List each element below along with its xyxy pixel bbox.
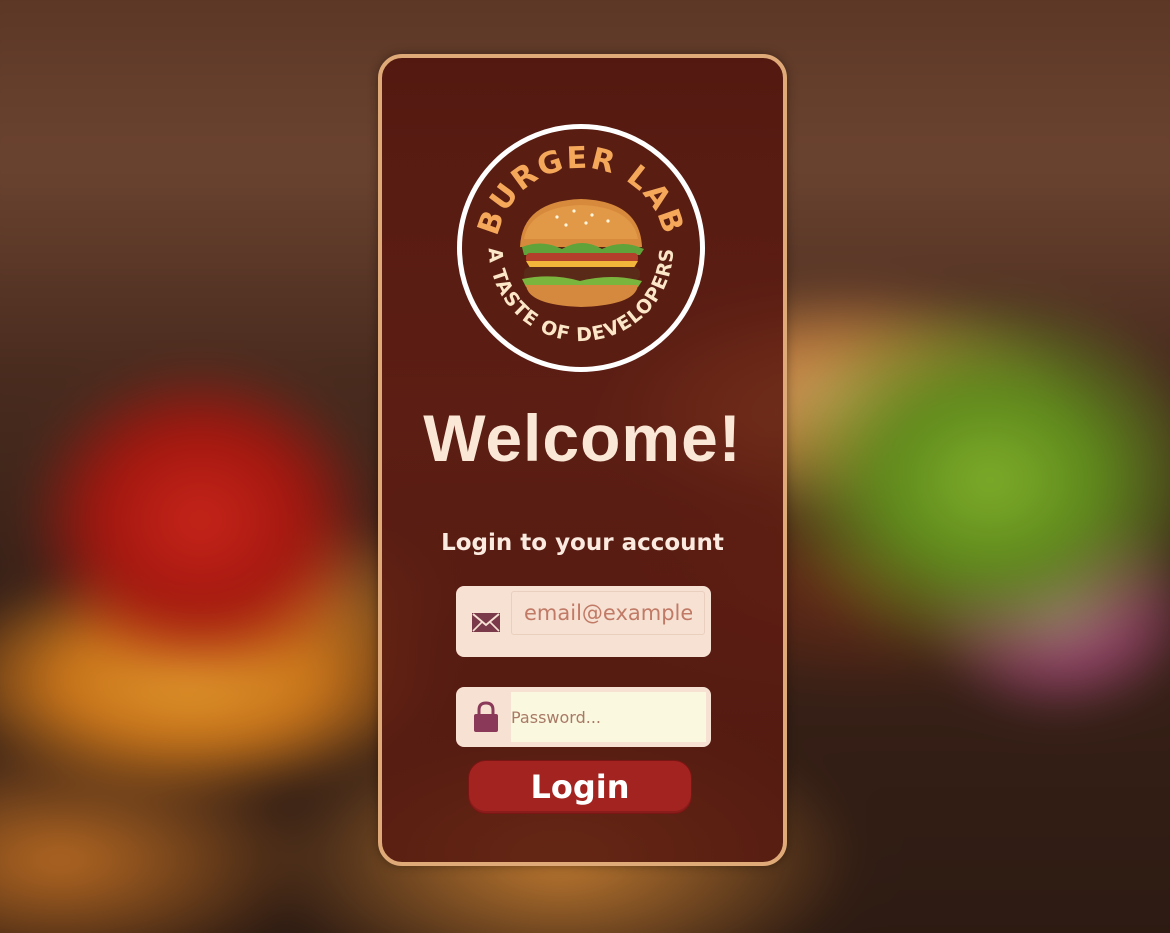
envelope-icon <box>472 613 500 632</box>
welcome-heading: Welcome! <box>423 401 742 475</box>
login-card: BURGER LAB A TASTE OF DEVELOPERS Welcome… <box>378 54 787 866</box>
burger-lab-logo: BURGER LAB A TASTE OF DEVELOPERS <box>457 124 705 372</box>
email-field-container <box>456 586 711 657</box>
lock-icon <box>474 701 498 732</box>
email-input[interactable] <box>511 591 705 635</box>
burger-icon <box>520 199 644 307</box>
password-field-container <box>456 687 711 747</box>
login-subtitle: Login to your account <box>441 530 724 556</box>
login-button[interactable]: Login <box>468 760 692 814</box>
password-input[interactable] <box>511 692 706 742</box>
